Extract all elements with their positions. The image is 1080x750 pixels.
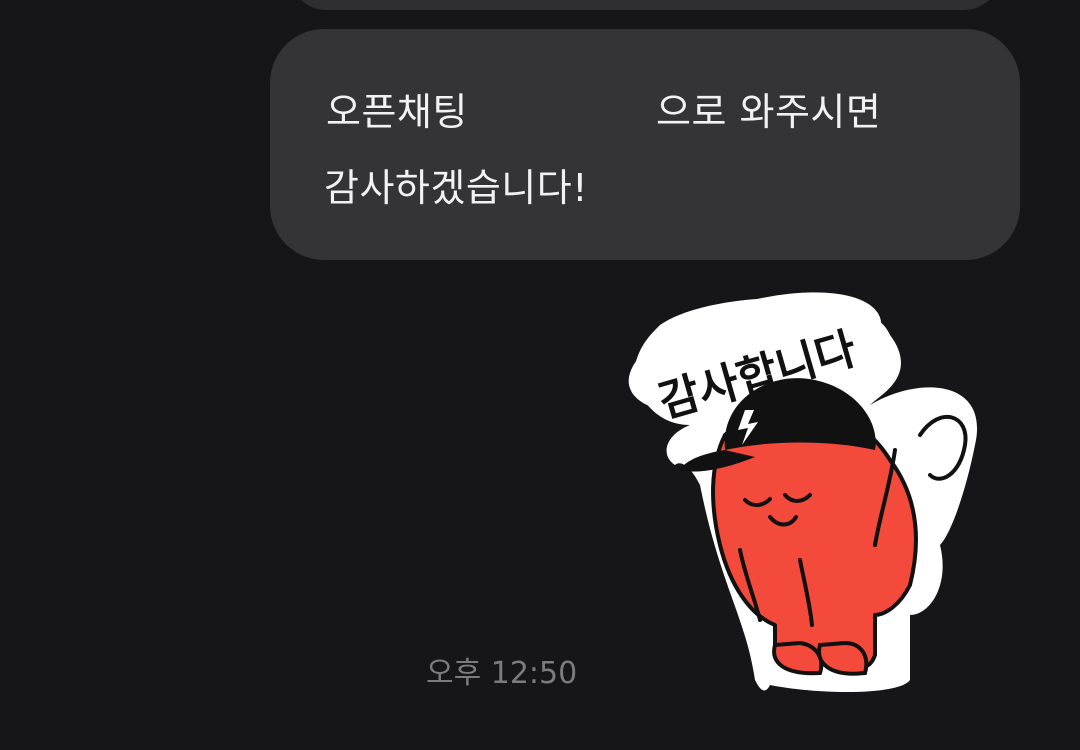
message-text-line2: 감사하겠습니다! [324, 166, 588, 210]
thank-you-sticker-icon[interactable]: 감사합니다 [620, 285, 990, 700]
message-timestamp: 오후 12:50 [426, 656, 578, 691]
message-text-line1: 으로 와주시면 [656, 90, 882, 134]
message-bubble[interactable]: 오픈채팅 으로 와주시면 감사하겠습니다! [270, 29, 1020, 260]
message-text-open-chat: 오픈채팅 [326, 90, 468, 134]
chat-screen: 오픈채팅 으로 와주시면 감사하겠습니다! 오후 12:50 감사합니다 [0, 0, 1080, 750]
previous-message-bubble[interactable] [290, 0, 1000, 10]
